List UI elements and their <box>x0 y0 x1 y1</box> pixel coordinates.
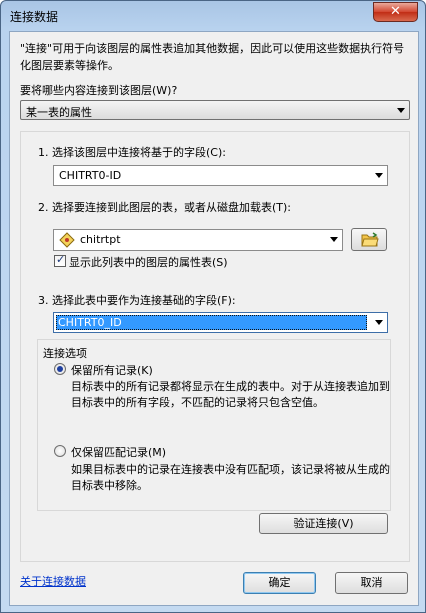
about-join-link[interactable]: 关于连接数据 <box>20 573 86 589</box>
join-field-value: CHITRT0_ID <box>58 316 122 329</box>
browse-table-button[interactable] <box>351 228 387 251</box>
join-field-dropdown[interactable]: CHITRT0_ID <box>53 312 388 333</box>
keep-all-records-desc: 目标表中的所有记录都将显示在生成的表中。对于从连接表追加到目标表中的所有字段，不… <box>71 380 390 409</box>
layer-field-dropdown[interactable]: CHITRT0-ID <box>53 165 388 186</box>
keep-matching-records-desc: 如果目标表中的记录在连接表中没有匹配项，该记录将被从生成的目标表中移除。 <box>71 463 390 492</box>
show-layer-tables-checkbox[interactable]: ✓ <box>54 253 66 267</box>
ok-button[interactable]: 确定 <box>243 572 316 594</box>
join-table-value: chitrtpt <box>80 233 121 246</box>
chevron-down-icon <box>375 173 383 178</box>
layer-icon <box>59 232 75 248</box>
radio-dot <box>57 366 63 372</box>
window-title: 连接数据 <box>10 10 59 24</box>
open-folder-icon <box>361 232 379 247</box>
keep-all-records-radio[interactable] <box>54 363 66 375</box>
join-type-dropdown[interactable]: 某一表的属性 <box>20 100 410 120</box>
checkmark-icon: ✓ <box>56 253 66 266</box>
chevron-down-icon <box>375 320 383 325</box>
join-question-label: 要将哪些内容连接到该图层(W)? <box>20 84 178 97</box>
step2-label: 2. 选择要连接到此图层的表，或者从磁盘加载表(T): <box>38 201 291 214</box>
join-table-dropdown[interactable]: chitrtpt <box>53 229 343 251</box>
keep-all-records-label: 保留所有记录(K) <box>71 364 153 377</box>
title-bar[interactable]: 连接数据 ✕ <box>1 1 425 31</box>
step3-label: 3. 选择此表中要作为连接基础的字段(F): <box>38 294 236 307</box>
join-data-dialog: 连接数据 ✕ "连接"可用于向该图层的属性表追加其他数据，因此可以使用这些数据执… <box>0 0 426 613</box>
join-options-legend: 连接选项 <box>43 347 87 360</box>
cancel-button[interactable]: 取消 <box>335 572 408 594</box>
dialog-client-area: "连接"可用于向该图层的属性表追加其他数据，因此可以使用这些数据执行符号化图层要… <box>9 31 419 606</box>
keep-matching-records-radio[interactable] <box>54 445 66 457</box>
close-button[interactable]: ✕ <box>373 2 418 22</box>
show-layer-tables-label: 显示此列表中的图层的属性表(S) <box>69 256 228 269</box>
chevron-down-icon <box>330 237 338 242</box>
chevron-down-icon <box>397 108 405 113</box>
layer-field-value: CHITRT0-ID <box>59 169 122 182</box>
validate-join-button[interactable]: 验证连接(V) <box>259 513 388 534</box>
join-type-value: 某一表的属性 <box>26 106 92 119</box>
join-description: "连接"可用于向该图层的属性表追加其他数据，因此可以使用这些数据执行符号化图层要… <box>20 42 405 72</box>
keep-matching-records-label: 仅保留匹配记录(M) <box>71 446 167 459</box>
close-icon: ✕ <box>390 4 401 19</box>
step1-label: 1. 选择该图层中连接将基于的字段(C): <box>38 146 226 159</box>
